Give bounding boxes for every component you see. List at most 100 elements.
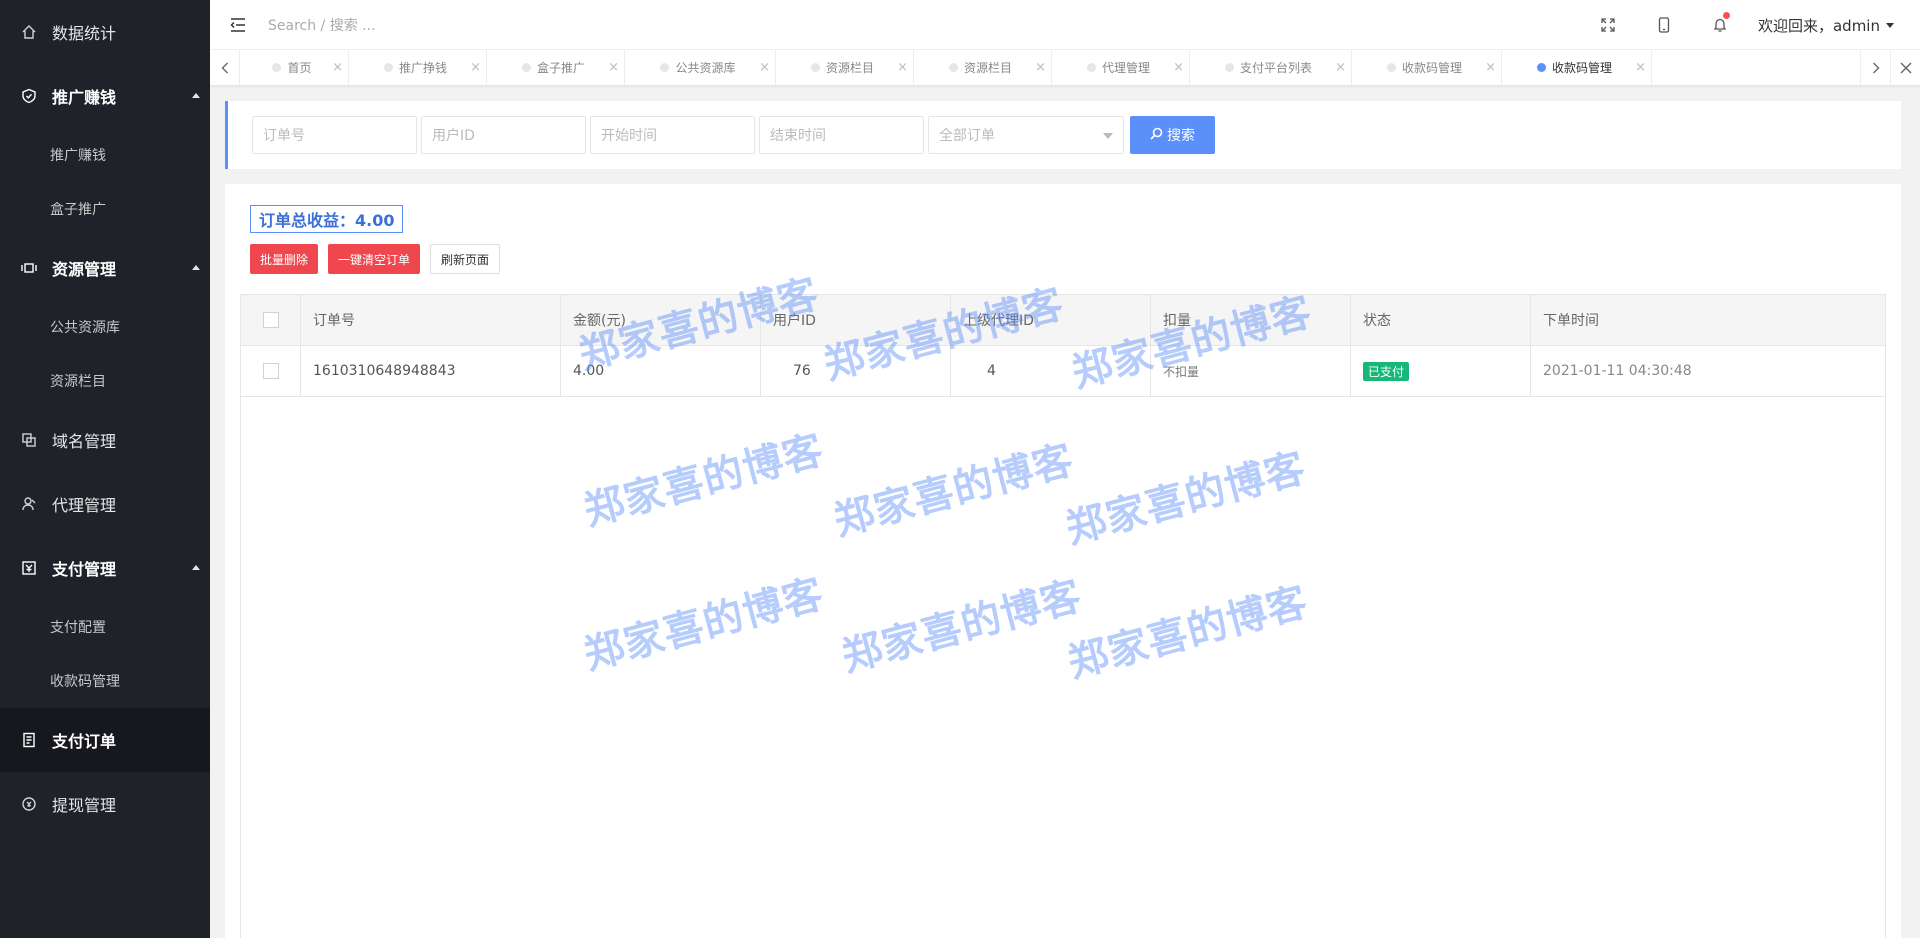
user-menu[interactable]: 欢迎回来，admin [1748, 15, 1920, 36]
bell-icon[interactable] [1692, 0, 1748, 50]
sidebar-item-payment-config[interactable]: 支付配置 [0, 600, 210, 654]
close-icon[interactable]: × [1173, 60, 1184, 75]
tab-resource-columns-2[interactable]: 资源栏目 × [914, 50, 1052, 85]
col-deduct[interactable]: 扣量 [1150, 294, 1351, 346]
resource-icon [20, 259, 38, 277]
sidebar-item-label: 资源栏目 [50, 374, 106, 390]
batch-delete-button[interactable]: 批量删除 [250, 244, 318, 274]
tab-public-resources[interactable]: 公共资源库 × [625, 50, 776, 85]
start-time-input[interactable]: 开始时间 [590, 116, 755, 154]
tab-home[interactable]: 首页 × [240, 50, 349, 85]
tab-payment-platforms[interactable]: 支付平台列表 × [1190, 50, 1352, 85]
sidebar-item-promote-earn[interactable]: 推广赚钱 [0, 128, 210, 182]
tab-agent[interactable]: 代理管理 × [1052, 50, 1190, 85]
sidebar-item-withdraw[interactable]: 提现管理 [0, 772, 210, 836]
total-earnings: 订单总收益：4.00 [250, 205, 404, 233]
mobile-icon[interactable] [1636, 0, 1692, 50]
tab-dot [383, 63, 393, 72]
filter-bar: 订单号 用户ID 开始时间 结束时间 全部订单 搜索 [225, 101, 1901, 169]
col-parent-agent[interactable]: 上级代理ID [950, 294, 1151, 346]
tab-box-promote[interactable]: 盒子推广 × [487, 50, 625, 85]
sidebar-group-payment[interactable]: 支付管理 [0, 536, 210, 600]
tab-dot [1224, 63, 1234, 72]
tab-resource-columns[interactable]: 资源栏目 × [776, 50, 914, 85]
payment-icon [20, 559, 38, 577]
col-order-no[interactable]: 订单号 [300, 294, 561, 346]
menu-fold-icon[interactable] [228, 15, 248, 35]
orders-table: 订单号 金额(元) 用户ID 上级代理ID 扣量 状态 下单时间 1610310… [240, 294, 1886, 397]
clear-orders-button[interactable]: 一键清空订单 [328, 244, 420, 274]
end-time-input[interactable]: 结束时间 [759, 116, 924, 154]
sidebar-item-label: 推广赚钱 [50, 148, 106, 164]
global-search-input[interactable]: Search / 搜索 ... [268, 15, 376, 35]
sidebar-item-stats[interactable]: 数据统计 [0, 0, 210, 64]
tab-scroll-right-icon[interactable] [1860, 50, 1890, 85]
select-all-cell [240, 294, 301, 346]
order-status-select[interactable]: 全部订单 [928, 116, 1124, 154]
close-icon[interactable]: × [608, 60, 619, 75]
col-order-time[interactable]: 下单时间 [1530, 294, 1886, 346]
user-id-input[interactable]: 用户ID [421, 116, 586, 154]
select-all-checkbox[interactable] [262, 312, 279, 328]
tab-scroll-left-icon[interactable] [210, 50, 240, 85]
close-icon[interactable]: × [332, 60, 343, 75]
close-icon[interactable]: × [759, 60, 770, 75]
close-icon[interactable]: × [1485, 60, 1496, 75]
sidebar-item-label: 域名管理 [52, 432, 117, 451]
cell-order-no: 1610310648948843 [300, 345, 561, 397]
caret-up-icon [192, 565, 200, 570]
col-amount[interactable]: 金额(元) [560, 294, 761, 346]
tab-promote[interactable]: 推广挣钱 × [349, 50, 487, 85]
sidebar-item-label: 代理管理 [52, 496, 117, 515]
tab-dot [1386, 63, 1396, 72]
select-value: 全部订单 [939, 128, 995, 144]
refresh-button[interactable]: 刷新页面 [430, 244, 500, 274]
close-icon[interactable]: × [1635, 60, 1646, 75]
close-icon[interactable]: × [897, 60, 908, 75]
search-button-label: 搜索 [1167, 128, 1195, 144]
sidebar-item-resource-columns[interactable]: 资源栏目 [0, 354, 210, 408]
sidebar-group-resource[interactable]: 资源管理 [0, 236, 210, 300]
tab-qrcode[interactable]: 收款码管理 × [1352, 50, 1502, 85]
tab-dot [1536, 63, 1546, 72]
home-icon [20, 23, 38, 41]
fullscreen-icon[interactable] [1580, 0, 1636, 50]
tab-label: 盒子推广 [536, 61, 585, 75]
search-icon [1150, 127, 1163, 144]
tab-dot [660, 63, 670, 72]
row-checkbox[interactable] [262, 363, 279, 379]
row-select-cell [240, 345, 301, 397]
cell-user-id: 76 [760, 345, 951, 397]
close-icon[interactable]: × [470, 60, 481, 75]
sidebar-item-payment-orders[interactable]: 支付订单 [0, 708, 210, 772]
cell-parent-agent: 4 [950, 345, 1151, 397]
cell-status: 已支付 [1350, 345, 1531, 397]
tab-label: 资源栏目 [825, 61, 874, 75]
close-all-tabs-icon[interactable] [1890, 50, 1920, 85]
col-user-id[interactable]: 用户ID [760, 294, 951, 346]
tab-dot [810, 63, 820, 72]
status-badge: 已支付 [1363, 361, 1410, 381]
close-icon[interactable]: × [1035, 60, 1046, 75]
sidebar-item-domain[interactable]: 域名管理 [0, 408, 210, 472]
sidebar-item-qrcode-manage[interactable]: 收款码管理 [0, 654, 210, 708]
col-status[interactable]: 状态 [1350, 294, 1531, 346]
search-button[interactable]: 搜索 [1130, 116, 1215, 154]
sidebar: 数据统计 推广赚钱 推广赚钱 盒子推广 资源管理 公共资源库 资源栏目 域名管理… [0, 0, 210, 938]
sidebar-item-box-promote[interactable]: 盒子推广 [0, 182, 210, 236]
cell-amount: 4.00 [560, 345, 761, 397]
sidebar-item-label: 支付管理 [52, 560, 117, 579]
tab-qrcode-active[interactable]: 收款码管理 × [1502, 50, 1652, 85]
sidebar-item-label: 盒子推广 [50, 202, 106, 218]
sidebar-item-label: 支付配置 [50, 620, 106, 636]
order-no-input[interactable]: 订单号 [252, 116, 417, 154]
sidebar-item-public-resources[interactable]: 公共资源库 [0, 300, 210, 354]
caret-down-icon [1886, 22, 1894, 28]
sidebar-item-agent[interactable]: 代理管理 [0, 472, 210, 536]
caret-up-icon [192, 265, 200, 270]
table-row: 1610310648948843 4.00 76 4 不扣量 已支付 2021-… [240, 345, 1886, 397]
tab-label: 公共资源库 [675, 61, 736, 75]
close-icon[interactable]: × [1335, 60, 1346, 75]
cell-order-time: 2021-01-11 04:30:48 [1530, 345, 1886, 397]
sidebar-group-promote[interactable]: 推广赚钱 [0, 64, 210, 128]
